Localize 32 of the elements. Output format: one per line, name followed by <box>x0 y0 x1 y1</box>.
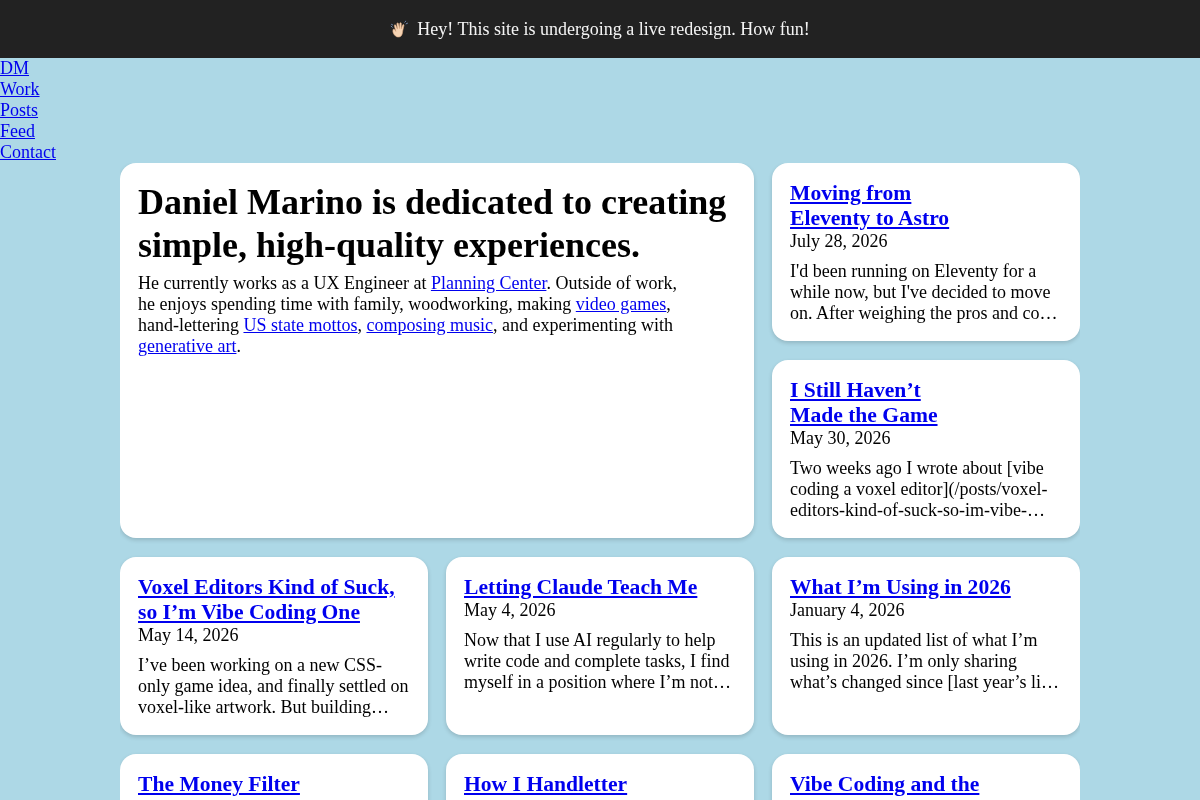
nav-link[interactable]: Work <box>0 79 40 100</box>
post-date: May 14, 2026 <box>138 625 240 646</box>
intro-heading: Daniel Marino is dedicated to creating simple, high-quality experiences. <box>138 181 728 267</box>
post-date: May 4, 2026 <box>464 600 557 621</box>
post-title-link[interactable]: The Money Filter <box>138 772 300 797</box>
nav-link[interactable]: Contact <box>0 142 56 163</box>
post-title-link[interactable]: Letting Claude Teach Me <box>464 575 698 600</box>
post-date: January 4, 2026 <box>790 600 906 621</box>
post-excerpt: This is an updated list of what I’m using in 2026. I’m only sharing what’s changed since [last year’s li… <box>790 630 1061 693</box>
post-title-link[interactable]: Moving from Eleventy to Astro <box>790 181 1062 231</box>
waving-hand-icon <box>390 19 410 39</box>
banner-text: Hey! This site is undergoing a live redesign. How fun! <box>417 18 810 40</box>
nav-link[interactable]: Feed <box>0 121 35 142</box>
post-title-link[interactable]: What I’m Using in 2026 <box>790 575 1011 600</box>
post-date: July 28, 2026 <box>790 231 889 252</box>
post-title-link[interactable]: Vibe Coding and the <box>790 772 980 797</box>
intro-paragraph: He currently works as a UX Engineer at Planning Center. Outside of work, he enjoys spending time with family, woodworking, making video games, hand-lettering US state mottos, composing music, and experimenting with generative art. <box>138 273 678 357</box>
inline-link[interactable]: Planning Center <box>430 273 547 293</box>
post-title-link[interactable]: I Still Haven’t Made the Game <box>790 378 1062 428</box>
inline-link[interactable]: generative art <box>138 336 237 356</box>
nav-link[interactable]: DM <box>0 58 29 79</box>
post-excerpt: Two weeks ago I wrote about [vibe coding a voxel editor](/posts/voxel-editors-kind-of-suck-so-im-vibe-… <box>790 458 1049 521</box>
post-title-link[interactable]: Voxel Editors Kind of Suck, so I’m Vibe Coding One <box>138 575 410 625</box>
post-excerpt: I’ve been working on a new CSS-only game idea, and finally settled on voxel-like artwork. But building… <box>138 655 410 718</box>
inline-link[interactable]: composing music <box>366 315 493 335</box>
nav-link[interactable]: Posts <box>0 100 39 121</box>
post-title-link[interactable]: How I Handletter <box>464 772 628 797</box>
post-excerpt: I'd been running on Eleventy for a while now, but I've decided to move on. After weighing the pros and co… <box>790 261 1059 324</box>
inline-link[interactable]: US state mottos <box>243 315 358 335</box>
inline-link[interactable]: video games <box>575 294 667 314</box>
post-date: May 30, 2026 <box>790 428 892 449</box>
post-excerpt: Now that I use AI regularly to help write code and complete tasks, I find myself in a position where I’m not… <box>464 630 732 693</box>
